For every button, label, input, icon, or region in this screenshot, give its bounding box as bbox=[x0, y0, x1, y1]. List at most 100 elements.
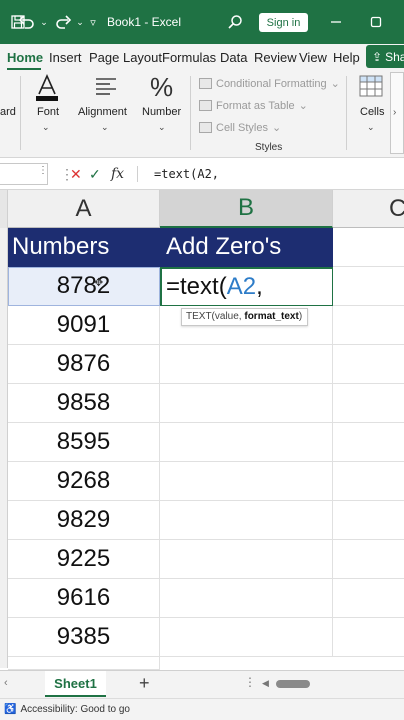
minimize-icon[interactable] bbox=[326, 0, 346, 44]
cell-b5[interactable] bbox=[160, 384, 333, 423]
tab-insert[interactable]: Insert bbox=[49, 48, 82, 68]
column-header-a[interactable]: A bbox=[8, 190, 160, 228]
enter-icon[interactable]: ✓ bbox=[89, 163, 101, 185]
cell-a7[interactable]: 9268 bbox=[8, 462, 160, 501]
share-icon: ⇪ bbox=[372, 49, 383, 64]
horizontal-scrollbar-thumb[interactable] bbox=[276, 680, 310, 688]
accessibility-status[interactable]: Accessibility: Good to go bbox=[20, 704, 130, 715]
share-button[interactable]: ⇪ Sha bbox=[366, 45, 404, 68]
cell-a2[interactable]: 8782 bbox=[8, 267, 160, 306]
cell-c6[interactable] bbox=[333, 423, 404, 462]
styles-group-label: Styles bbox=[255, 142, 283, 153]
clipboard-label[interactable]: ard bbox=[0, 106, 16, 118]
cell-a5[interactable]: 9858 bbox=[8, 384, 160, 423]
row-headers[interactable] bbox=[0, 228, 8, 668]
format-as-table-button[interactable]: Format as Table ⌄ bbox=[199, 99, 308, 112]
redo-icon[interactable] bbox=[50, 0, 76, 44]
cell-a9[interactable]: 9225 bbox=[8, 540, 160, 579]
undo-icon[interactable] bbox=[14, 0, 40, 44]
cell-styles-label: Cell Styles bbox=[216, 121, 268, 134]
cell-c5[interactable] bbox=[333, 384, 404, 423]
maximize-icon[interactable] bbox=[366, 0, 386, 44]
sheet-tab-sheet1[interactable]: Sheet1 bbox=[45, 671, 106, 697]
cell-b9[interactable] bbox=[160, 540, 333, 579]
cell-c2[interactable] bbox=[333, 267, 404, 306]
ribbon-tabs: Home Insert Page Layout Formulas Data Re… bbox=[0, 44, 404, 70]
cell-b10[interactable] bbox=[160, 579, 333, 618]
cell-a11[interactable]: 9385 bbox=[8, 618, 160, 657]
formula-prefix: =text( bbox=[166, 273, 227, 300]
chevron-down-icon: ⌄ bbox=[330, 78, 340, 90]
title-bar: ⌄ ⌄ ▿ Book1 - Excel Sign in bbox=[0, 0, 404, 44]
cell-b8[interactable] bbox=[160, 501, 333, 540]
alignment-group[interactable]: Alignment ⌄ bbox=[78, 70, 132, 158]
cell-b7[interactable] bbox=[160, 462, 333, 501]
add-sheet-icon[interactable]: + bbox=[139, 673, 150, 694]
chevron-up-icon: › bbox=[393, 107, 397, 118]
cell-c7[interactable] bbox=[333, 462, 404, 501]
cell-c11[interactable] bbox=[333, 618, 404, 657]
font-label: Font bbox=[37, 106, 60, 118]
cell-c10[interactable] bbox=[333, 579, 404, 618]
format-as-table-icon bbox=[199, 100, 212, 111]
formula-suffix: , bbox=[256, 273, 263, 300]
insert-function-icon[interactable]: fx bbox=[111, 163, 124, 185]
tab-help[interactable]: Help bbox=[333, 48, 360, 68]
cell-styles-icon bbox=[199, 122, 212, 133]
cell-b6[interactable] bbox=[160, 423, 333, 462]
sign-in-button[interactable]: Sign in bbox=[259, 13, 308, 32]
cell-c8[interactable] bbox=[333, 501, 404, 540]
font-group[interactable]: Font ⌄ bbox=[24, 70, 70, 158]
sheet-tab-bar: ‹ Sheet1 + ⋮ ◀ bbox=[0, 670, 404, 698]
undo-dropdown-icon[interactable]: ⌄ bbox=[38, 0, 50, 44]
column-header-c[interactable]: C bbox=[333, 190, 404, 228]
cell-a3[interactable]: 9091 bbox=[8, 306, 160, 345]
cell-a10[interactable]: 9616 bbox=[8, 579, 160, 618]
scroll-left-icon[interactable]: ‹ bbox=[4, 677, 8, 689]
cell-a12[interactable] bbox=[8, 657, 160, 670]
conditional-formatting-button[interactable]: Conditional Formatting ⌄ bbox=[199, 77, 340, 90]
cell-styles-button[interactable]: Cell Styles ⌄ bbox=[199, 121, 281, 134]
cell-c4[interactable] bbox=[333, 345, 404, 384]
header-cell-numbers[interactable]: Numbers bbox=[8, 228, 160, 267]
formula-ref: A2 bbox=[226, 273, 257, 300]
customize-toolbar-icon[interactable]: ▿ bbox=[86, 0, 100, 44]
active-cell-b2[interactable]: =text(A2, bbox=[160, 267, 334, 307]
formula-input[interactable]: =text(A2, bbox=[146, 163, 404, 185]
more-icon[interactable]: ⋮ bbox=[244, 675, 256, 689]
scroll-bar-left-icon[interactable]: ◀ bbox=[262, 678, 269, 689]
header-cell-add-zeros[interactable]: Add Zero's bbox=[160, 228, 333, 267]
alignment-label: Alignment bbox=[78, 106, 127, 118]
share-label: Sha bbox=[385, 49, 404, 64]
ribbon-collapse-button[interactable]: › bbox=[390, 72, 404, 154]
function-tooltip[interactable]: TEXT(value, format_text) bbox=[181, 308, 308, 326]
tab-page-layout[interactable]: Page Layout bbox=[89, 48, 162, 68]
search-icon[interactable] bbox=[224, 0, 246, 44]
name-box-dropdown-icon[interactable]: ⋮ bbox=[38, 165, 48, 176]
tooltip-arg: format_text bbox=[244, 311, 299, 322]
select-all-corner[interactable] bbox=[0, 190, 8, 228]
tab-view[interactable]: View bbox=[299, 48, 327, 68]
tab-review[interactable]: Review bbox=[254, 48, 297, 68]
tab-data[interactable]: Data bbox=[220, 48, 247, 68]
conditional-formatting-icon bbox=[199, 78, 212, 89]
cell-a4[interactable]: 9876 bbox=[8, 345, 160, 384]
cell-a6[interactable]: 8595 bbox=[8, 423, 160, 462]
column-header-b[interactable]: B bbox=[160, 190, 333, 228]
name-box[interactable]: ⋮ bbox=[0, 163, 48, 185]
cells-chevron-icon: ⌄ bbox=[367, 122, 375, 132]
cell-a8[interactable]: 9829 bbox=[8, 501, 160, 540]
cell-c3[interactable] bbox=[333, 306, 404, 345]
font-color-icon bbox=[34, 74, 60, 107]
tab-home[interactable]: Home bbox=[7, 48, 43, 68]
tab-formulas[interactable]: Formulas bbox=[162, 48, 216, 68]
tooltip-end: ) bbox=[298, 311, 303, 322]
cancel-icon[interactable]: ✕ bbox=[70, 163, 82, 185]
cell-b4[interactable] bbox=[160, 345, 333, 384]
cell-c9[interactable] bbox=[333, 540, 404, 579]
redo-dropdown-icon[interactable]: ⌄ bbox=[74, 0, 86, 44]
cell-b11[interactable] bbox=[160, 618, 333, 657]
cells-group[interactable]: Cells ⌄ bbox=[354, 70, 388, 158]
cell-c1[interactable] bbox=[333, 228, 404, 267]
number-group[interactable]: % Number ⌄ bbox=[140, 70, 186, 158]
